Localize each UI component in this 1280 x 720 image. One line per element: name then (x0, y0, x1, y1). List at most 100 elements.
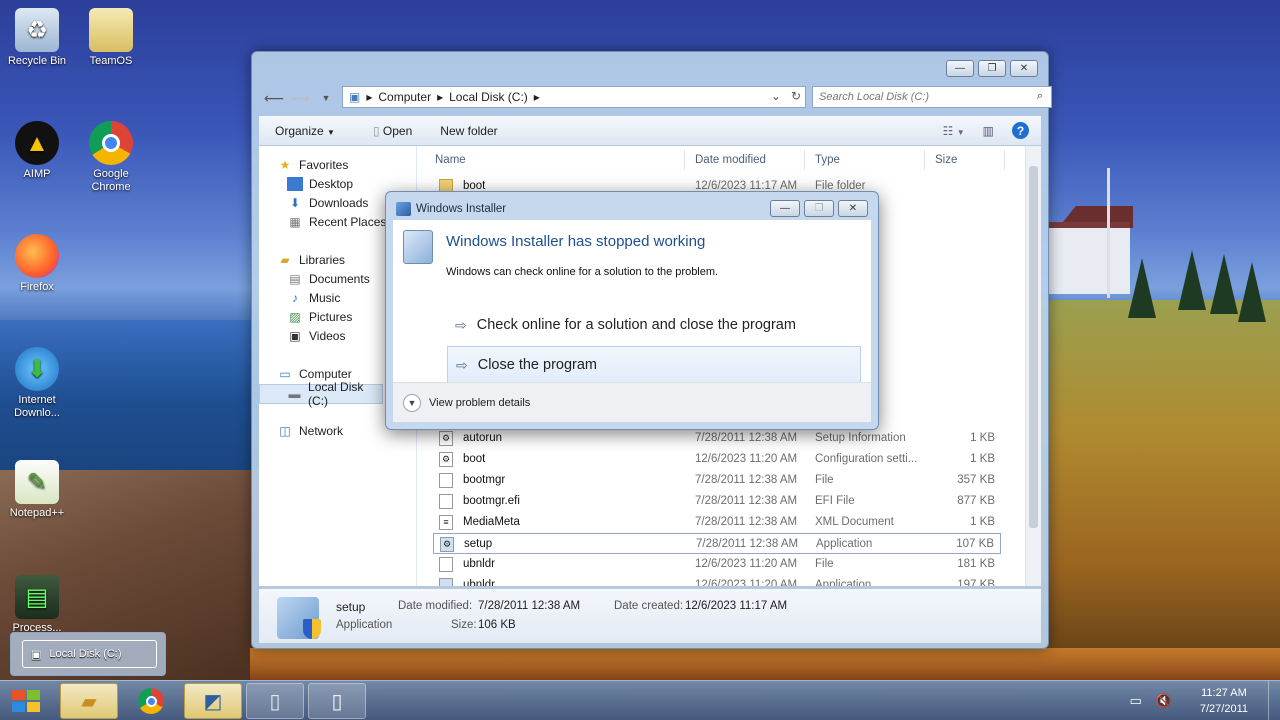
volume-muted-icon[interactable]: 🔇 (1156, 693, 1172, 709)
wallpaper-tree (1238, 262, 1266, 322)
file-date: 7/28/2011 12:38 AM (695, 432, 798, 444)
scrollbar-thumb[interactable] (1029, 166, 1038, 528)
nav-music[interactable]: ♪ Music (287, 291, 340, 305)
breadcrumb-computer[interactable]: Computer ▸ (378, 90, 443, 104)
check-online-option[interactable]: ⇨ Check online for a solution and close … (447, 306, 861, 344)
network-tray-icon[interactable]: ▭ (1130, 693, 1142, 709)
desktop-icon-process[interactable]: ▤ Process... (0, 575, 75, 635)
chevron-down-icon[interactable]: ⌄ (771, 89, 781, 103)
clock[interactable]: 11:27 AM 7/27/2011 (1200, 685, 1248, 717)
nav-documents[interactable]: ▤ Documents (287, 272, 369, 286)
file-row[interactable]: bootmgr.efi 7/28/2011 12:38 AM EFI File … (433, 491, 1001, 512)
file-date: 12/6/2023 11:20 AM (695, 558, 798, 570)
nav-favorites[interactable]: ★ Favorites (277, 158, 349, 172)
maximize-button[interactable]: ❐ (978, 60, 1006, 77)
file-row[interactable]: bootmgr 7/28/2011 12:38 AM File 357 KB (433, 470, 1001, 491)
column-header-date[interactable]: Date modified (685, 150, 805, 170)
nav-label: Desktop (309, 177, 354, 191)
file-row-selected[interactable]: ⚙ setup 7/28/2011 12:38 AM Application 1… (433, 533, 1001, 554)
breadcrumb-label: Local Disk (C:) (449, 90, 528, 104)
taskbar-explorer-button[interactable]: ▰ (60, 683, 118, 719)
close-button[interactable]: ✕ (838, 200, 868, 217)
desktop-icon-label: Firefox (20, 281, 54, 293)
nav-local-disk[interactable]: ▬ Local Disk (C:) (259, 380, 383, 408)
refresh-icon[interactable]: ↻ (791, 89, 801, 103)
file-row[interactable]: ⚙ boot 12/6/2023 11:20 AM Configuration … (433, 449, 1001, 470)
nav-label: Network (299, 424, 344, 438)
desktop-icon-teamos[interactable]: TeamOS (73, 8, 149, 68)
close-program-option[interactable]: ⇨ Close the program (447, 346, 861, 384)
file-type: XML Document (815, 516, 894, 528)
navigation-bar: ⟵ ⟶ ▼ ▣ ▸ Computer ▸ Local Disk (C:) ▸ ⌄ ↻… (264, 86, 1052, 110)
nav-label: Downloads (309, 196, 369, 210)
breadcrumb-local-disk[interactable]: Local Disk (C:) ▸ (449, 90, 540, 104)
nav-network[interactable]: ◫ Network (277, 424, 343, 438)
desktop-icon-chrome[interactable]: Google Chrome (73, 121, 149, 194)
address-bar[interactable]: ▣ ▸ Computer ▸ Local Disk (C:) ▸ ⌄ ↻ (342, 86, 806, 108)
desktop-icon-firefox[interactable]: Firefox (0, 234, 75, 294)
taskbar-window-button[interactable]: ▯ (246, 683, 304, 719)
thumbnail-entry[interactable]: ▣ Local Disk (C:) (22, 640, 157, 668)
show-desktop-button[interactable] (1268, 681, 1280, 720)
new-folder-button[interactable]: New folder (440, 124, 497, 138)
column-header-size[interactable]: Size (925, 150, 1005, 170)
taskbar-thumbnail[interactable]: ▣ Local Disk (C:) (10, 632, 166, 676)
file-size: 1 KB (970, 516, 995, 528)
desktop-icon-aimp[interactable]: ▲ AIMP (0, 121, 75, 181)
nav-videos[interactable]: ▣ Videos (287, 329, 345, 343)
file-name: autorun (463, 432, 503, 444)
file-type: File (815, 474, 834, 486)
nav-computer[interactable]: ▭ Computer (277, 367, 351, 381)
preview-pane-icon[interactable]: ▥ (983, 124, 994, 138)
vertical-scrollbar[interactable] (1025, 146, 1041, 586)
column-header-name[interactable]: Name (425, 150, 685, 170)
help-icon[interactable]: ? (1012, 122, 1029, 139)
uac-shield-icon (303, 619, 321, 639)
file-row[interactable]: ubnldr 12/6/2023 11:20 AM File 181 KB (433, 554, 1001, 575)
folder-icon (89, 8, 133, 52)
view-options-icon[interactable]: ☷ ▼ (943, 124, 965, 138)
pictures-icon: ▨ (289, 310, 301, 324)
desktop-icon-internet-download[interactable]: ⬇ Internet Downlo... (0, 347, 75, 420)
recent-pages-button[interactable]: ▼ (316, 88, 336, 108)
organize-button[interactable]: Organize ▼ (275, 124, 335, 138)
dialog-message: Windows can check online for a solution … (446, 266, 719, 278)
start-logo-green (27, 690, 40, 700)
computer-icon: ▭ (279, 367, 291, 381)
view-details-toggle[interactable]: ▼ View problem details (393, 382, 871, 422)
drive-icon: ▬ (288, 387, 301, 401)
details-file-name: setup (336, 600, 366, 614)
search-input[interactable]: Search Local Disk (C:) ⌕ (812, 86, 1052, 108)
start-logo-blue (12, 702, 25, 712)
file-size: 877 KB (957, 495, 995, 507)
nav-recent-places[interactable]: ▦ Recent Places (287, 215, 386, 229)
desktop-icon-notepad-plus[interactable]: ✎ Notepad++ (0, 460, 75, 520)
forward-button[interactable]: ⟶ (290, 88, 310, 108)
nav-libraries[interactable]: ▰ Libraries (277, 253, 345, 267)
open-button[interactable]: ▯ Open (373, 124, 412, 138)
thumbnail-label: Local Disk (C:) (49, 648, 122, 660)
taskbar-window-button[interactable]: ▯ (308, 683, 366, 719)
explorer-icon: ▰ (81, 690, 97, 713)
file-row[interactable]: ubnldr 12/6/2023 11:20 AM Application 19… (433, 575, 1001, 586)
column-header-type[interactable]: Type (805, 150, 925, 170)
file-icon (439, 557, 453, 572)
details-modified-label: Date modified: (398, 600, 473, 612)
file-row[interactable]: ⚙ autorun 7/28/2011 12:38 AM Setup Infor… (433, 428, 1001, 449)
file-row[interactable]: ≡ MediaMeta 7/28/2011 12:38 AM XML Docum… (433, 512, 1001, 533)
dialog-heading: Windows Installer has stopped working (446, 233, 706, 250)
desktop-icon-recycle-bin[interactable]: ♻ Recycle Bin (0, 8, 75, 68)
search-icon[interactable]: ⌕ (1037, 90, 1043, 103)
start-button[interactable] (8, 686, 44, 716)
taskbar-installer-button[interactable]: ◩ (184, 683, 242, 719)
nav-downloads[interactable]: ⬇ Downloads (287, 196, 368, 210)
taskbar-chrome-button[interactable] (122, 683, 180, 719)
nav-desktop[interactable]: Desktop (287, 177, 353, 191)
minimize-button[interactable]: — (770, 200, 800, 217)
maximize-button[interactable]: ❐ (804, 200, 834, 217)
wallpaper-flagpole (1107, 168, 1110, 298)
nav-pictures[interactable]: ▨ Pictures (287, 310, 352, 324)
minimize-button[interactable]: — (946, 60, 974, 77)
back-button[interactable]: ⟵ (264, 88, 284, 108)
close-button[interactable]: ✕ (1010, 60, 1038, 77)
